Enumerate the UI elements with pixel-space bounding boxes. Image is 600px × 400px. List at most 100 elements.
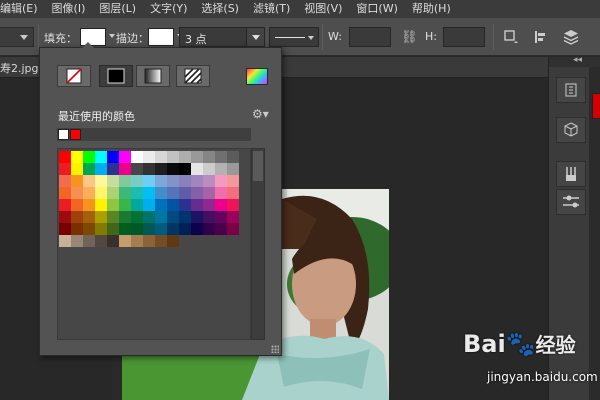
- color-swatch[interactable]: [215, 163, 227, 175]
- color-swatch[interactable]: [155, 235, 167, 247]
- color-swatch[interactable]: [167, 163, 179, 175]
- color-swatch[interactable]: [143, 223, 155, 235]
- color-swatch[interactable]: [95, 163, 107, 175]
- menu-item[interactable]: 编辑(E): [0, 0, 38, 18]
- color-swatch[interactable]: [143, 187, 155, 199]
- color-swatch[interactable]: [131, 151, 143, 163]
- color-swatch[interactable]: [119, 187, 131, 199]
- color-swatch[interactable]: [203, 151, 215, 163]
- color-swatch[interactable]: [167, 199, 179, 211]
- color-swatch[interactable]: [155, 175, 167, 187]
- color-swatch[interactable]: [59, 223, 71, 235]
- path-arrangement-icon[interactable]: [563, 29, 579, 45]
- color-swatch[interactable]: [179, 211, 191, 223]
- color-swatch[interactable]: [191, 163, 203, 175]
- color-picker-button[interactable]: [246, 68, 268, 85]
- color-swatch[interactable]: [59, 187, 71, 199]
- color-swatch[interactable]: [95, 151, 107, 163]
- menu-item[interactable]: 图层(L): [99, 0, 136, 18]
- path-alignment-icon[interactable]: [533, 29, 549, 45]
- color-swatch[interactable]: [107, 223, 119, 235]
- color-swatch[interactable]: [131, 199, 143, 211]
- color-swatch[interactable]: [83, 199, 95, 211]
- color-swatch[interactable]: [155, 199, 167, 211]
- color-swatch[interactable]: [59, 163, 71, 175]
- color-swatch[interactable]: [107, 187, 119, 199]
- link-icon[interactable]: ⛓: [401, 30, 418, 45]
- color-swatch[interactable]: [227, 175, 239, 187]
- color-swatch[interactable]: [155, 151, 167, 163]
- color-swatch[interactable]: [191, 187, 203, 199]
- stroke-size-dropdown-button[interactable]: [246, 28, 264, 46]
- color-swatch[interactable]: [179, 151, 191, 163]
- color-swatch[interactable]: [71, 211, 83, 223]
- stroke-type-dropdown[interactable]: [269, 27, 319, 47]
- resize-grip-icon[interactable]: [271, 345, 279, 353]
- double-chevron-icon[interactable]: ◂◂: [573, 55, 582, 65]
- color-swatch[interactable]: [95, 223, 107, 235]
- color-swatch[interactable]: [179, 187, 191, 199]
- color-swatch[interactable]: [107, 151, 119, 163]
- color-swatch[interactable]: [203, 163, 215, 175]
- pattern-button[interactable]: [176, 65, 210, 87]
- color-swatch[interactable]: [83, 211, 95, 223]
- color-swatch[interactable]: [119, 175, 131, 187]
- color-swatch[interactable]: [59, 235, 71, 247]
- color-swatch[interactable]: [107, 211, 119, 223]
- color-swatch[interactable]: [83, 175, 95, 187]
- color-swatch[interactable]: [119, 151, 131, 163]
- color-swatch[interactable]: [131, 175, 143, 187]
- color-swatch[interactable]: [83, 235, 95, 247]
- color-swatch[interactable]: [143, 151, 155, 163]
- color-swatch[interactable]: [215, 175, 227, 187]
- color-swatch[interactable]: [215, 187, 227, 199]
- color-swatch[interactable]: [119, 223, 131, 235]
- height-input[interactable]: [443, 27, 485, 47]
- menu-item[interactable]: 视图(V): [304, 0, 342, 18]
- color-swatch[interactable]: [167, 175, 179, 187]
- color-swatch[interactable]: [215, 151, 227, 163]
- color-swatch[interactable]: [179, 199, 191, 211]
- color-swatch[interactable]: [179, 175, 191, 187]
- color-swatch[interactable]: [59, 211, 71, 223]
- color-swatch[interactable]: [83, 151, 95, 163]
- color-swatch[interactable]: [227, 151, 239, 163]
- color-swatch[interactable]: [71, 223, 83, 235]
- swatches-scrollbar[interactable]: [251, 148, 265, 340]
- color-swatch[interactable]: [83, 223, 95, 235]
- color-swatch[interactable]: [227, 211, 239, 223]
- 3d-panel-button[interactable]: [556, 117, 586, 143]
- color-swatch[interactable]: [191, 175, 203, 187]
- menu-item[interactable]: 文字(Y): [150, 0, 187, 18]
- color-swatch[interactable]: [131, 187, 143, 199]
- color-swatch[interactable]: [203, 199, 215, 211]
- color-swatch[interactable]: [71, 187, 83, 199]
- stroke-swatch[interactable]: [148, 28, 174, 46]
- color-swatch[interactable]: [107, 175, 119, 187]
- color-swatch[interactable]: [215, 223, 227, 235]
- color-swatch[interactable]: [227, 223, 239, 235]
- color-swatch[interactable]: [119, 235, 131, 247]
- color-swatch[interactable]: [143, 199, 155, 211]
- color-swatch[interactable]: [167, 211, 179, 223]
- width-input[interactable]: [349, 27, 391, 47]
- color-swatch[interactable]: [131, 163, 143, 175]
- brush-panel-button[interactable]: [556, 161, 586, 187]
- color-swatch[interactable]: [95, 175, 107, 187]
- color-swatch[interactable]: [203, 223, 215, 235]
- panel-collapse-bar[interactable]: ◂◂: [549, 55, 600, 67]
- color-swatch[interactable]: [119, 163, 131, 175]
- color-swatch[interactable]: [155, 163, 167, 175]
- color-swatch[interactable]: [227, 163, 239, 175]
- color-swatch[interactable]: [191, 211, 203, 223]
- stroke-size-field[interactable]: 3 点: [179, 27, 265, 47]
- color-swatch[interactable]: [227, 187, 239, 199]
- color-swatch[interactable]: [71, 235, 83, 247]
- menu-item[interactable]: 滤镜(T): [253, 0, 290, 18]
- color-swatch[interactable]: [203, 175, 215, 187]
- menu-item[interactable]: 窗口(W): [356, 0, 397, 18]
- color-swatch[interactable]: [167, 187, 179, 199]
- history-panel-button[interactable]: [556, 77, 586, 103]
- color-swatch[interactable]: [59, 151, 71, 163]
- color-swatch[interactable]: [167, 223, 179, 235]
